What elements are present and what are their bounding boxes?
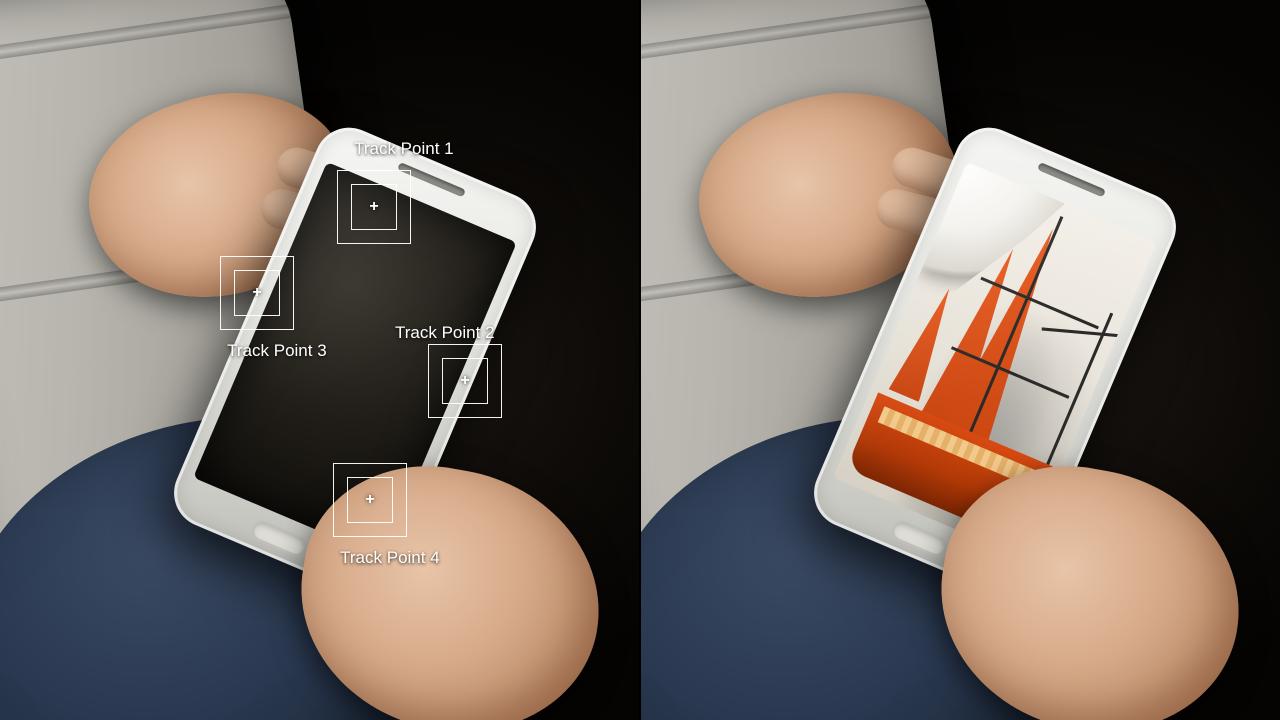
panel-divider — [639, 0, 641, 720]
panel-after — [640, 0, 1280, 720]
artwork-yardarm — [980, 276, 1099, 329]
artwork-spire — [889, 282, 965, 402]
crosshair-icon: + — [252, 285, 261, 301]
crosshair-icon: + — [365, 492, 374, 508]
comparison-stage: + Track Point 1 + Track Point 2 + Track … — [0, 0, 1280, 720]
track-point-label: Track Point 4 — [340, 548, 440, 568]
artwork-spire — [929, 218, 1077, 472]
artwork-mast — [956, 217, 1063, 464]
artwork-spire — [912, 240, 1034, 447]
crosshair-icon: + — [460, 373, 469, 389]
artwork-yardarm — [951, 346, 1070, 399]
panel-before: + Track Point 1 + Track Point 2 + Track … — [0, 0, 640, 720]
track-point-label: Track Point 1 — [354, 139, 454, 159]
track-point-label: Track Point 3 — [227, 341, 327, 361]
crosshair-icon: + — [369, 199, 378, 215]
track-point-label: Track Point 2 — [395, 323, 495, 343]
